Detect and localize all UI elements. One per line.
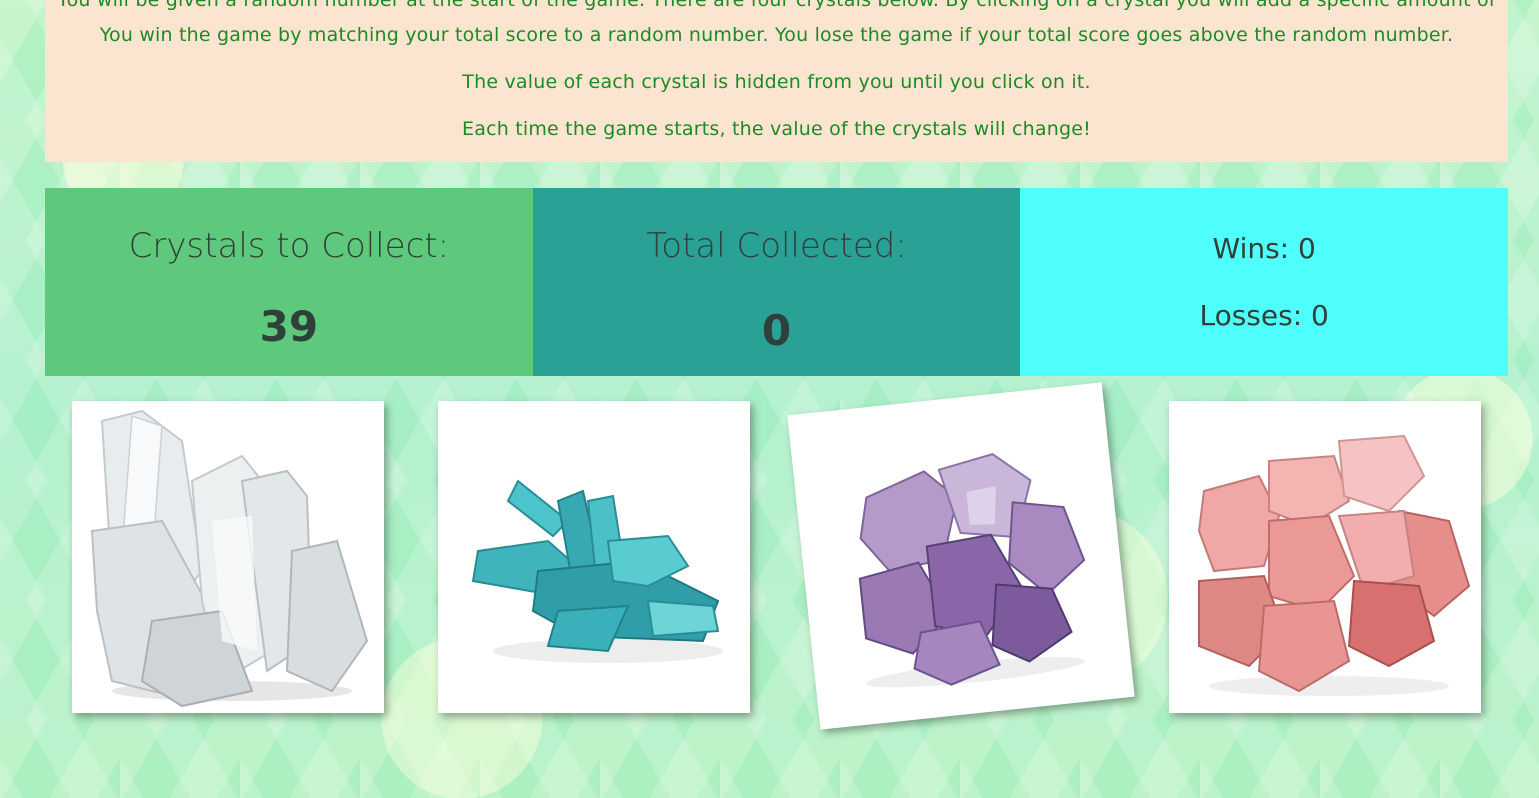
instructions-line-3: Each time the game starts, the value of … (462, 118, 1091, 140)
clear-quartz-crystal-icon (90, 409, 369, 708)
aqua-crystal-icon (471, 479, 723, 663)
instructions-line-1: You win the game by matching your total … (99, 24, 1454, 46)
total-number: 0 (761, 306, 792, 355)
target-label: Crystals to Collect: (128, 226, 450, 266)
crystal-button-amethyst[interactable] (787, 382, 1135, 730)
record-panel: Wins: 0 Losses: 0 (1020, 188, 1509, 376)
crystal-button-rose-quartz[interactable] (1169, 401, 1481, 713)
losses-count: Losses: 0 (1199, 299, 1329, 332)
crystal-button-clear-quartz[interactable] (72, 401, 384, 713)
total-label: Total Collected: (646, 226, 907, 266)
total-panel: Total Collected: 0 (532, 188, 1021, 376)
target-panel: Crystals to Collect: 39 (45, 188, 533, 376)
scoreboard: Crystals to Collect: 39 Total Collected:… (45, 188, 1509, 376)
wins-count: Wins: 0 (1212, 232, 1316, 265)
crystal-button-aqua-aura[interactable] (438, 401, 750, 713)
amethyst-crystal-icon (858, 453, 1086, 688)
instructions-panel: You will be given a random number at the… (45, 0, 1508, 162)
rose-quartz-crystal-icon (1197, 434, 1471, 696)
target-number: 39 (259, 302, 319, 351)
instructions-line-2: The value of each crystal is hidden from… (462, 71, 1091, 93)
instructions-line-0: You will be given a random number at the… (57, 0, 1496, 11)
